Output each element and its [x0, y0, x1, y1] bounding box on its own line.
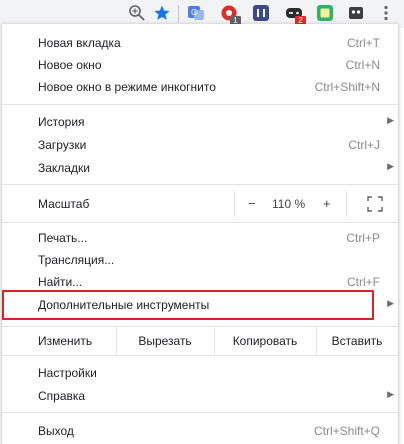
menu-item-label: Новое окно в режиме инкогнито — [38, 80, 216, 94]
zoom-out-button[interactable]: − — [248, 196, 256, 211]
fullscreen-icon[interactable] — [367, 196, 383, 212]
menu-item-shortcut: Ctrl+Shift+N — [314, 80, 380, 94]
menu-item-label: Выход — [38, 424, 74, 438]
menu-item-label: Справка — [38, 389, 86, 403]
submenu-arrow-icon: ▶ — [387, 389, 394, 399]
menu-item-edit: Изменить Вырезать Копировать Вставить — [2, 327, 398, 355]
photo-extension-icon[interactable] — [316, 4, 334, 22]
menu-item-shortcut: Ctrl+N — [345, 58, 380, 72]
menu-item-label: Новое окно — [38, 58, 102, 72]
menu-item-incognito[interactable]: Новое окно в режиме инкогнито Ctrl+Shift… — [2, 76, 398, 98]
menu-item-label: Найти... — [38, 275, 83, 289]
submenu-arrow-icon: ▶ — [387, 115, 394, 125]
chrome-main-menu: Новая вкладка Ctrl+T Новое окно Ctrl+N Н… — [2, 24, 398, 444]
zoom-level-value: 110 % — [272, 197, 306, 211]
menu-separator — [2, 104, 398, 105]
zoom-divider — [234, 191, 235, 217]
zoom-divider — [346, 191, 347, 217]
paste-button[interactable]: Вставить — [316, 334, 398, 348]
menu-item-label: Трансляция... — [38, 253, 115, 267]
zoom-magnifier-icon[interactable] — [128, 4, 146, 22]
menu-item-bookmarks[interactable]: Закладки ▶ — [2, 157, 398, 179]
bookmark-star-icon[interactable] — [153, 4, 171, 22]
menu-item-label: Масштаб — [38, 197, 90, 211]
menu-item-label: Изменить — [38, 334, 93, 348]
menu-item-cast[interactable]: Трансляция... — [2, 249, 398, 271]
menu-item-settings[interactable]: Настройки — [2, 362, 398, 384]
menu-item-shortcut: Ctrl+F — [347, 275, 380, 289]
submenu-arrow-icon: ▶ — [387, 298, 394, 308]
menu-item-label: Настройки — [38, 366, 97, 380]
menu-item-print[interactable]: Печать... Ctrl+P — [2, 227, 398, 249]
menu-item-label: Загрузки — [38, 138, 87, 152]
robot-extension-icon[interactable] — [347, 4, 365, 22]
menu-item-shortcut: Ctrl+T — [347, 36, 380, 50]
toolbar-separator — [178, 5, 179, 23]
menu-separator — [2, 184, 398, 185]
submenu-arrow-icon: ▶ — [387, 161, 394, 171]
menu-item-new-window[interactable]: Новое окно Ctrl+N — [2, 54, 398, 76]
menu-item-help[interactable]: Справка ▶ — [2, 385, 398, 407]
menu-item-shortcut: Ctrl+P — [346, 231, 380, 245]
menu-item-label: Новая вкладка — [38, 36, 121, 50]
menu-item-downloads[interactable]: Загрузки Ctrl+J — [2, 134, 398, 156]
copy-button[interactable]: Копировать — [214, 334, 316, 348]
menu-separator — [2, 355, 398, 356]
highlight-frame — [2, 290, 374, 320]
menu-item-label: Печать... — [38, 231, 88, 245]
kebab-menu-icon[interactable] — [377, 4, 395, 22]
menu-item-exit[interactable]: Выход Ctrl+Shift+Q — [2, 420, 398, 442]
menu-item-shortcut: Ctrl+Shift+Q — [313, 424, 380, 438]
menu-item-label: История — [38, 115, 85, 129]
menu-item-history[interactable]: История ▶ — [2, 111, 398, 133]
translate-extension-icon[interactable]: G — [187, 4, 205, 22]
menu-item-zoom: Масштаб − 110 % + — [2, 191, 398, 217]
zoom-in-button[interactable]: + — [323, 196, 331, 211]
menu-item-label: Закладки — [38, 161, 90, 175]
menu-item-new-tab[interactable]: Новая вкладка Ctrl+T — [2, 32, 398, 54]
menu-separator — [2, 412, 398, 413]
media-extension-icon[interactable] — [252, 4, 270, 22]
menu-separator — [2, 222, 398, 223]
svg-text:G: G — [191, 8, 197, 17]
menu-item-shortcut: Ctrl+J — [348, 138, 380, 152]
cut-button[interactable]: Вырезать — [116, 334, 214, 348]
